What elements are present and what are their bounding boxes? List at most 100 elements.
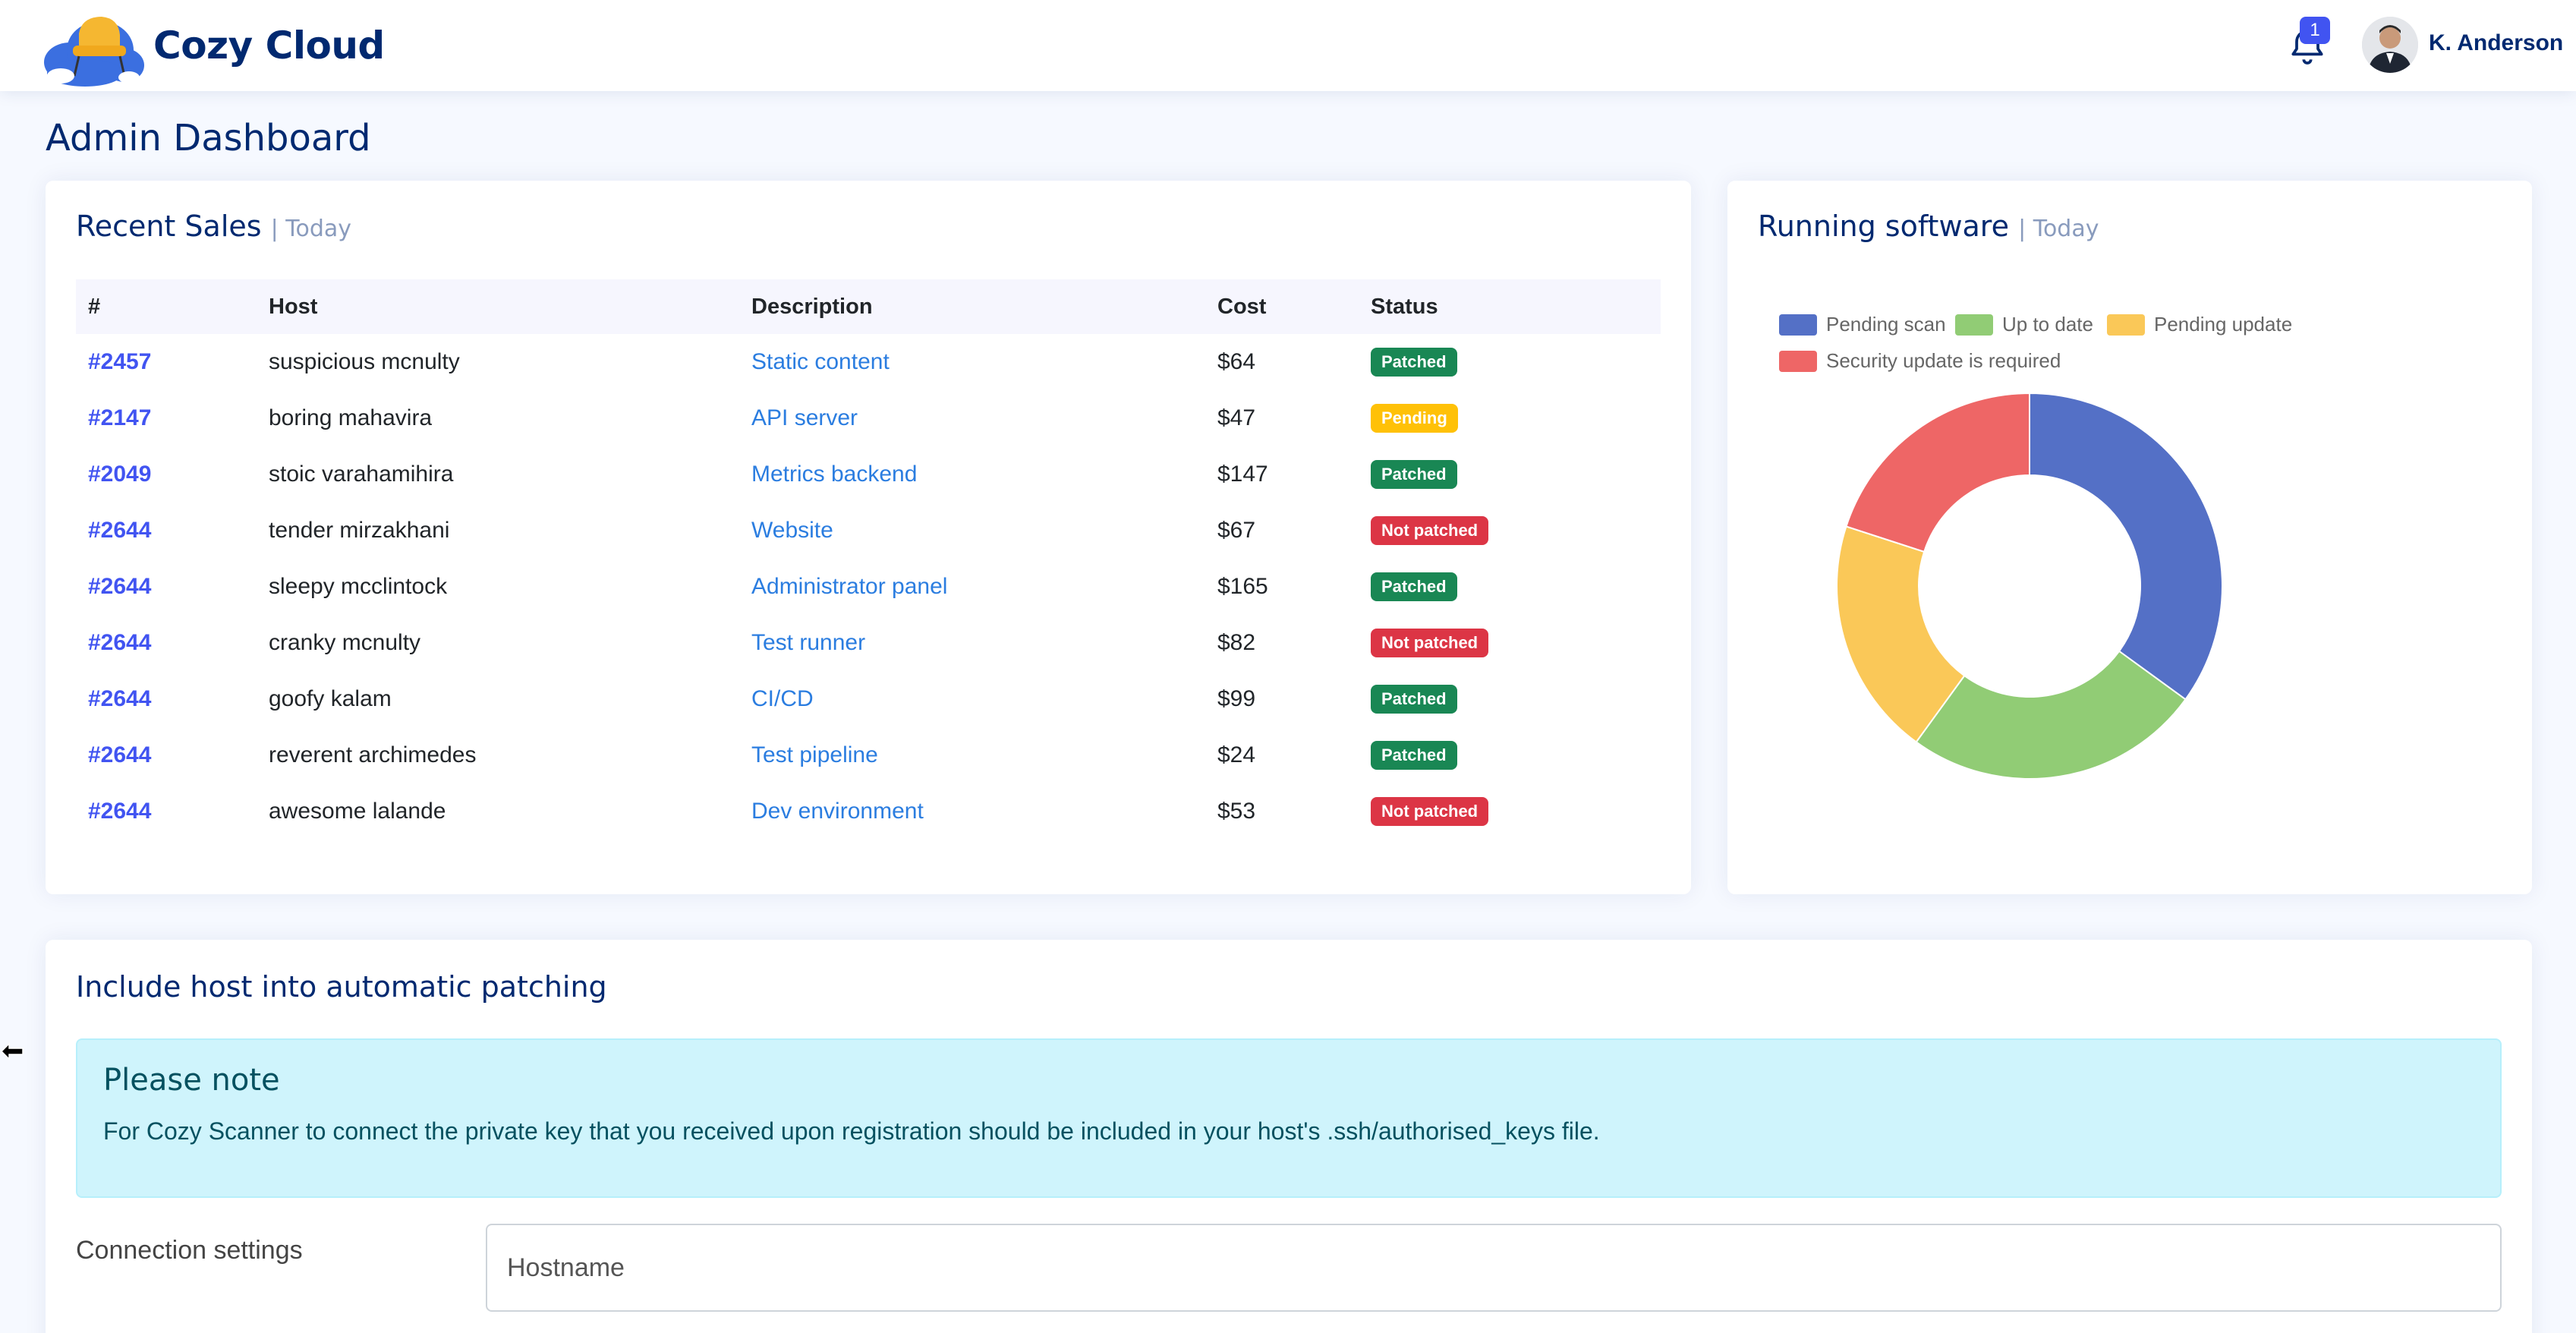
order-id-link[interactable]: #2147 xyxy=(88,405,151,430)
description-cell: Test runner xyxy=(739,615,1205,671)
hostname-input[interactable] xyxy=(486,1224,2502,1312)
status-cell: Not patched xyxy=(1359,783,1661,840)
host-cell: reverent archimedes xyxy=(269,742,477,767)
table-row: #2644 tender mirzakhani Website $67 Not patc… xyxy=(76,503,1661,559)
cost-cell: $82 xyxy=(1217,630,1256,655)
row-id-cell: #2644 xyxy=(76,783,257,840)
description-link[interactable]: CI/CD xyxy=(751,686,814,711)
legend-label: Security update is required xyxy=(1826,349,2061,372)
order-id-link[interactable]: #2049 xyxy=(88,462,151,487)
row-id-cell: #2644 xyxy=(76,671,257,727)
status-cell: Not patched xyxy=(1359,615,1661,671)
host-cell: awesome lalande xyxy=(269,799,446,824)
running-software-donut-chart xyxy=(1836,392,2223,780)
legend-label: Pending scan xyxy=(1826,313,1946,336)
status-cell: Patched xyxy=(1359,559,1661,615)
description-cell: CI/CD xyxy=(739,671,1205,727)
status-badge: Not patched xyxy=(1371,797,1489,826)
order-id-link[interactable]: #2644 xyxy=(88,686,151,711)
recent-sales-subtitle: | Today xyxy=(270,216,352,242)
cost-cell: $99 xyxy=(1217,686,1256,711)
mouse-cursor-icon xyxy=(0,1042,24,1060)
patching-title: Include host into automatic patching xyxy=(76,970,607,1004)
cost-cell: $165 xyxy=(1217,574,1268,599)
order-id-link[interactable]: #2644 xyxy=(88,742,151,767)
legend-swatch xyxy=(2107,314,2145,336)
legend-item[interactable]: Up to date xyxy=(1955,313,2093,336)
description-link[interactable]: Dev environment xyxy=(751,799,924,824)
legend-swatch xyxy=(1779,314,1817,336)
donut-slice-security-update-is-required[interactable] xyxy=(1845,392,2030,553)
column-header-host[interactable]: Host xyxy=(257,279,739,334)
table-row: #2644 awesome lalande Dev environment $53 No… xyxy=(76,783,1661,840)
column-header-id[interactable]: # xyxy=(76,279,257,334)
brand-logo[interactable]: Cozy Cloud xyxy=(39,3,385,88)
cost-cell: $24 xyxy=(1217,742,1256,767)
notification-count-badge: 1 xyxy=(2300,17,2330,44)
order-id-link[interactable]: #2644 xyxy=(88,574,151,599)
description-link[interactable]: Administrator panel xyxy=(751,574,947,599)
order-id-link[interactable]: #2644 xyxy=(88,518,151,543)
description-link[interactable]: Test pipeline xyxy=(751,742,878,767)
donut-slice-pending-scan[interactable] xyxy=(2029,392,2223,701)
table-row: #2644 cranky mcnulty Test runner $82 Not pat… xyxy=(76,615,1661,671)
legend-item[interactable]: Security update is required xyxy=(1779,349,2061,373)
description-link[interactable]: Metrics backend xyxy=(751,462,917,487)
legend-item[interactable]: Pending scan xyxy=(1779,313,1946,336)
status-badge: Patched xyxy=(1371,685,1457,714)
description-cell: Metrics backend xyxy=(739,446,1205,503)
info-alert: Please note For Cozy Scanner to connect … xyxy=(76,1038,2502,1198)
alert-title: Please note xyxy=(103,1063,280,1098)
description-cell: Static content xyxy=(739,334,1205,390)
status-badge: Patched xyxy=(1371,572,1457,601)
legend-label: Pending update xyxy=(2154,313,2293,336)
table-row: #2457 suspicious mcnulty Static content $64… xyxy=(76,334,1661,390)
host-cell: stoic varahamihira xyxy=(269,462,454,487)
order-id-link[interactable]: #2644 xyxy=(88,630,151,655)
status-badge: Not patched xyxy=(1371,629,1489,657)
cloud-chair-logo-icon xyxy=(44,17,144,87)
row-id-cell: #2457 xyxy=(76,334,257,390)
order-id-link[interactable]: #2644 xyxy=(88,799,151,824)
legend-item[interactable]: Pending update xyxy=(2107,313,2292,336)
cost-cell: $53 xyxy=(1217,799,1256,824)
username-label[interactable]: K. Anderson xyxy=(2429,30,2563,56)
column-header-description[interactable]: Description xyxy=(739,279,1205,334)
host-cell: sleepy mcclintock xyxy=(269,574,448,599)
host-cell: tender mirzakhani xyxy=(269,518,450,543)
legend-label: Up to date xyxy=(2002,313,2093,336)
user-avatar[interactable] xyxy=(2362,17,2418,73)
table-row: #2644 reverent archimedes Test pipeline $24… xyxy=(76,727,1661,783)
top-header: Cozy Cloud 1 K. Anderson xyxy=(0,0,2576,91)
status-badge: Patched xyxy=(1371,460,1457,489)
status-badge: Patched xyxy=(1371,348,1457,377)
legend-swatch xyxy=(1955,314,1993,336)
page-title: Admin Dashboard xyxy=(46,117,371,159)
running-software-subtitle: | Today xyxy=(2018,216,2099,242)
connection-settings-label: Connection settings xyxy=(76,1236,303,1265)
description-link[interactable]: API server xyxy=(751,405,858,430)
row-id-cell: #2644 xyxy=(76,727,257,783)
host-cell: suspicious mcnulty xyxy=(269,349,460,374)
table-header-row: # Host Description Cost Status xyxy=(76,279,1661,334)
legend-swatch xyxy=(1779,350,1817,372)
brand-name: Cozy Cloud xyxy=(153,24,385,68)
column-header-status[interactable]: Status xyxy=(1359,279,1661,334)
description-link[interactable]: Website xyxy=(751,518,833,543)
user-photo-icon xyxy=(2362,17,2418,73)
running-software-title-text: Running software xyxy=(1758,210,2009,243)
description-link[interactable]: Test runner xyxy=(751,630,865,655)
order-id-link[interactable]: #2457 xyxy=(88,349,151,374)
host-cell: cranky mcnulty xyxy=(269,630,421,655)
column-header-cost[interactable]: Cost xyxy=(1205,279,1359,334)
description-cell: Test pipeline xyxy=(739,727,1205,783)
description-link[interactable]: Static content xyxy=(751,349,890,374)
cost-cell: $47 xyxy=(1217,405,1256,430)
status-cell: Patched xyxy=(1359,446,1661,503)
table-row: #2049 stoic varahamihira Metrics backend $1… xyxy=(76,446,1661,503)
row-id-cell: #2644 xyxy=(76,615,257,671)
description-cell: Website xyxy=(739,503,1205,559)
host-cell: boring mahavira xyxy=(269,405,433,430)
recent-sales-table: # Host Description Cost Status #2457 susp… xyxy=(76,279,1661,840)
status-cell: Pending xyxy=(1359,390,1661,446)
